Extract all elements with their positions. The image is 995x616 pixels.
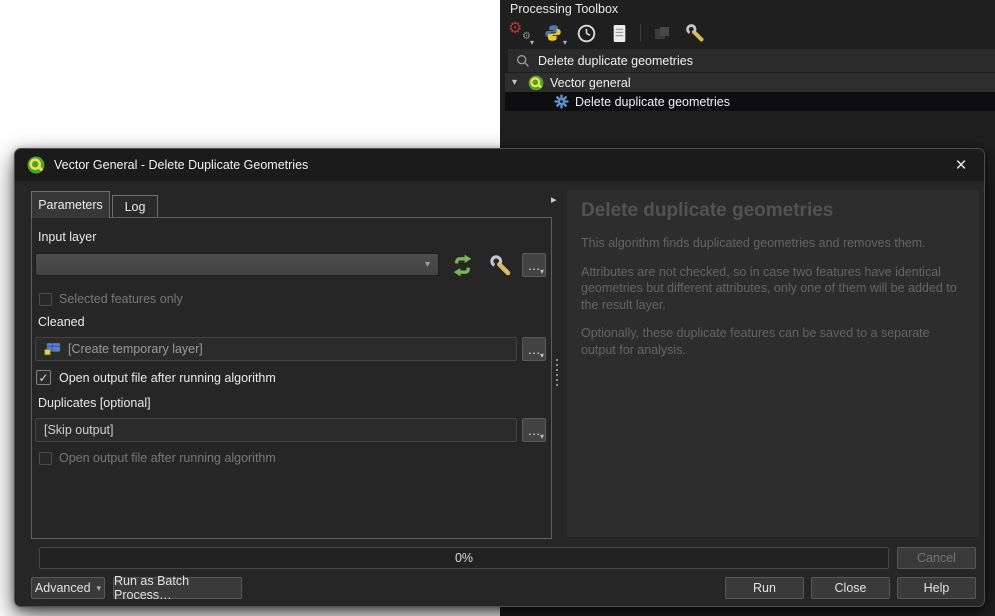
input-layer-combobox[interactable]: ▾	[35, 253, 439, 276]
toolbar-separator	[640, 24, 641, 42]
history-icon[interactable]	[574, 21, 598, 45]
parameters-pane: Input layer ▾ … ▾ Selected features onl	[31, 217, 552, 539]
dropdown-arrow-icon: ▾	[530, 39, 534, 47]
search-bar[interactable]	[508, 49, 995, 72]
panel-title: Processing Toolbox	[510, 2, 618, 16]
dropdown-arrow-icon: ▾	[540, 268, 544, 276]
search-input[interactable]	[538, 54, 987, 68]
temporary-layer-icon	[44, 342, 61, 356]
duplicates-browse-button[interactable]: … ▾	[522, 418, 546, 442]
advanced-button[interactable]: Advanced ▾	[31, 577, 105, 599]
help-panel: Delete duplicate geometries This algorit…	[567, 190, 979, 537]
check-icon: ✓	[38, 371, 48, 385]
progress-label: 0%	[455, 551, 473, 565]
dialog-delete-duplicate-geometries: Vector General - Delete Duplicate Geomet…	[14, 148, 985, 607]
open-output-label[interactable]: Open output file after running algorithm	[59, 371, 276, 385]
tree-group-label: Vector general	[550, 76, 631, 90]
duplicates-output-value: [Skip output]	[44, 423, 114, 437]
dropdown-arrow-icon: ▾	[563, 39, 567, 47]
selected-features-checkbox	[39, 293, 52, 306]
expander-down-icon[interactable]: ▾	[512, 77, 522, 88]
tab-log[interactable]: Log	[112, 195, 158, 218]
search-icon	[516, 54, 530, 68]
help-paragraph: Attributes are not checked, so in case t…	[581, 264, 965, 314]
duplicates-label: Duplicates [optional]	[38, 396, 151, 410]
cancel-button[interactable]: Cancel	[897, 547, 976, 569]
chevron-down-icon: ▾	[425, 259, 430, 270]
options-wrench-icon[interactable]	[683, 21, 707, 45]
tree-item-delete-duplicate-geometries[interactable]: Delete duplicate geometries	[505, 92, 995, 111]
wrench-icon	[489, 254, 512, 277]
chevron-down-icon: ▾	[97, 583, 102, 594]
run-as-batch-button[interactable]: Run as Batch Process…	[113, 577, 242, 599]
open-duplicates-checkbox	[39, 452, 52, 465]
dropdown-arrow-icon: ▾	[540, 433, 544, 441]
dropdown-arrow-icon: ▾	[540, 352, 544, 360]
run-button[interactable]: Run	[725, 577, 804, 599]
tab-parameters[interactable]: Parameters	[31, 191, 110, 218]
duplicates-output-field[interactable]: [Skip output]	[35, 418, 517, 442]
python-icon[interactable]: ▾	[541, 21, 565, 45]
log-icon[interactable]	[607, 21, 631, 45]
dialog-titlebar[interactable]: Vector General - Delete Duplicate Geomet…	[15, 149, 984, 181]
models-icon[interactable]	[650, 21, 674, 45]
qgis-logo-icon	[27, 156, 45, 174]
open-output-checkbox[interactable]: ✓	[36, 370, 51, 385]
help-paragraph: Optionally, these duplicate features can…	[581, 325, 965, 358]
help-button[interactable]: Help	[897, 577, 976, 599]
cleaned-label: Cleaned	[38, 315, 85, 329]
iterate-over-layer-button[interactable]	[448, 251, 476, 279]
qgis-logo-icon	[528, 75, 544, 91]
cleaned-browse-button[interactable]: … ▾	[522, 337, 546, 361]
input-layer-label: Input layer	[38, 230, 96, 244]
dialog-title: Vector General - Delete Duplicate Geomet…	[54, 158, 308, 172]
help-paragraph: This algorithm finds duplicated geometri…	[581, 235, 965, 252]
input-layer-browse-button[interactable]: … ▾	[522, 253, 546, 277]
splitter-handle[interactable]	[556, 359, 558, 386]
iterate-loop-icon	[450, 253, 475, 278]
close-icon[interactable]: ×	[950, 154, 972, 176]
tree-item-label: Delete duplicate geometries	[575, 95, 730, 109]
tree-group-vector-general[interactable]: ▾ Vector general	[505, 73, 995, 92]
collapse-help-icon[interactable]: ▸	[551, 193, 557, 206]
help-heading: Delete duplicate geometries	[581, 200, 965, 222]
selected-features-label: Selected features only	[59, 292, 183, 306]
advanced-options-button[interactable]	[486, 251, 514, 279]
close-button[interactable]: Close	[811, 577, 890, 599]
progress-bar: 0%	[39, 547, 889, 569]
algorithm-gear-icon	[554, 94, 569, 109]
processing-gears-icon[interactable]: ⚙ ⚙ ▾	[508, 21, 532, 45]
cleaned-output-field[interactable]: [Create temporary layer]	[35, 337, 517, 361]
open-duplicates-label: Open output file after running algorithm	[59, 451, 276, 465]
toolbox-toolbar: ⚙ ⚙ ▾ ▾	[508, 20, 707, 46]
cleaned-output-value: [Create temporary layer]	[68, 342, 203, 356]
